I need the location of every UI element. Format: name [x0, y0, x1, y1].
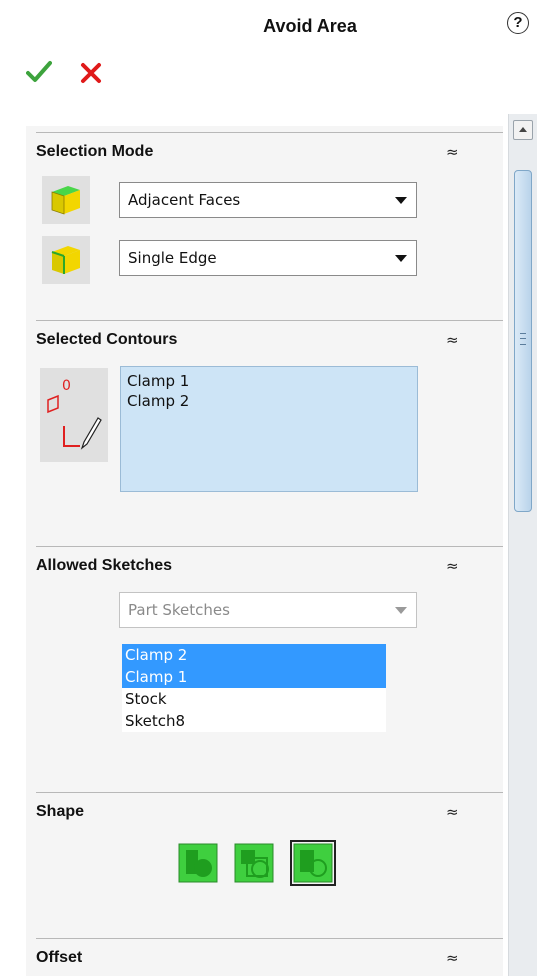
collapse-chevron-icon[interactable]: ≈	[446, 143, 459, 161]
dropdown-value: Adjacent Faces	[128, 191, 241, 209]
dropdown-arrow-icon	[395, 255, 407, 262]
panel-title: Avoid Area	[263, 16, 357, 36]
section-title: Offset	[36, 949, 83, 966]
shape-option-2-icon[interactable]	[233, 842, 275, 884]
scroll-thumb[interactable]	[514, 170, 532, 512]
selected-contours-list[interactable]: Clamp 1 Clamp 2	[120, 366, 418, 492]
dropdown-value: Single Edge	[128, 249, 217, 267]
section-title: Allowed Sketches	[36, 557, 173, 574]
vertical-scrollbar[interactable]	[508, 114, 537, 976]
list-item[interactable]: Clamp 2	[127, 391, 411, 411]
allowed-sketches-dropdown[interactable]: Part Sketches	[119, 592, 417, 628]
list-item[interactable]: Clamp 1	[127, 371, 411, 391]
section-title: Shape	[36, 803, 85, 820]
section-title: Selection Mode	[36, 143, 154, 160]
help-icon[interactable]: ?	[507, 12, 529, 34]
list-item[interactable]: Clamp 1	[122, 666, 386, 688]
cancel-icon[interactable]	[80, 62, 102, 84]
selection-mode-dropdown-2[interactable]: Single Edge	[119, 240, 417, 276]
adjacent-faces-icon	[42, 176, 90, 224]
shape-option-1-icon[interactable]	[177, 842, 219, 884]
collapse-chevron-icon[interactable]: ≈	[446, 557, 459, 575]
selection-mode-section: Selection Mode ≈	[36, 132, 503, 313]
offset-section: Offset ≈	[36, 938, 503, 979]
list-item[interactable]: Sketch8	[122, 710, 386, 732]
scroll-up-button[interactable]	[513, 120, 533, 140]
dropdown-arrow-icon	[395, 197, 407, 204]
allowed-sketches-list[interactable]: Clamp 2 Clamp 1 Stock Sketch8	[122, 644, 386, 732]
list-item[interactable]: Clamp 2	[122, 644, 386, 666]
collapse-chevron-icon[interactable]: ≈	[446, 331, 459, 349]
svg-text:0: 0	[62, 378, 71, 394]
section-title: Selected Contours	[36, 331, 178, 348]
collapse-chevron-icon[interactable]: ≈	[446, 803, 459, 821]
shape-option-3-icon[interactable]	[290, 840, 336, 886]
dropdown-value: Part Sketches	[128, 601, 230, 619]
single-edge-icon	[42, 236, 90, 284]
grip-icon	[520, 333, 526, 345]
collapse-chevron-icon[interactable]: ≈	[446, 949, 459, 967]
list-item[interactable]: Stock	[122, 688, 386, 710]
property-panel: Selection Mode ≈ Adjacent Faces Single E…	[26, 126, 503, 976]
sketch-contour-icon: 0	[40, 368, 108, 462]
dropdown-arrow-icon	[395, 607, 407, 614]
ok-icon[interactable]	[26, 60, 52, 84]
selection-mode-dropdown-1[interactable]: Adjacent Faces	[119, 182, 417, 218]
